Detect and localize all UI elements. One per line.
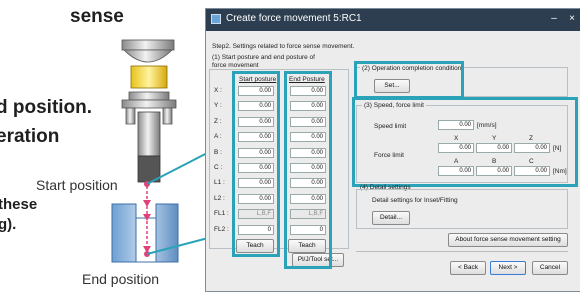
dialog-title: Create force movement 5:RC1 bbox=[226, 13, 362, 24]
row-label: FL1 : bbox=[214, 210, 229, 217]
end-posture-field[interactable]: 0.00 bbox=[290, 194, 326, 204]
footer-divider bbox=[356, 251, 568, 252]
completion-highlight bbox=[354, 61, 464, 99]
step-text: Step2. Settings related to force sense m… bbox=[212, 43, 355, 50]
end-posture-field[interactable]: 0.00 bbox=[290, 178, 326, 188]
start-posture-field[interactable]: 0.00 bbox=[238, 101, 274, 111]
detail-button[interactable]: Detail... bbox=[372, 211, 410, 225]
row-label: X : bbox=[214, 87, 222, 94]
start-posture-field[interactable]: 0.00 bbox=[238, 117, 274, 127]
dialog-titlebar: Create force movement 5:RC1 – × bbox=[206, 9, 580, 31]
row-label: A : bbox=[214, 133, 222, 140]
end-posture-field[interactable]: 0.00 bbox=[290, 163, 326, 173]
end-posture-field[interactable]: 0.00 bbox=[290, 148, 326, 158]
minimize-button[interactable]: – bbox=[546, 11, 562, 27]
start-posture-field[interactable]: 0 bbox=[238, 225, 274, 235]
end-posture-field[interactable]: 0.00 bbox=[290, 132, 326, 142]
speed-force-highlight bbox=[352, 97, 578, 187]
close-button[interactable]: × bbox=[564, 11, 580, 27]
row-label: Y : bbox=[214, 102, 222, 109]
row-label: Z : bbox=[214, 118, 222, 125]
start-posture-field[interactable]: 0.00 bbox=[238, 148, 274, 158]
row-label: FL2 : bbox=[214, 226, 229, 233]
next-button[interactable]: Next > bbox=[490, 261, 526, 275]
start-posture-field[interactable]: 0.00 bbox=[238, 132, 274, 142]
start-posture-field[interactable]: 0.00 bbox=[238, 86, 274, 96]
end-posture-field[interactable]: 0.00 bbox=[290, 117, 326, 127]
row-label: L2 : bbox=[214, 195, 225, 202]
start-position-label: Start position bbox=[36, 177, 118, 193]
detail-settings-text: Detail settings for Inset/Fitting bbox=[372, 197, 458, 204]
back-button[interactable]: < Back bbox=[450, 261, 486, 275]
row-label: B : bbox=[214, 149, 222, 156]
start-posture-field[interactable]: 0.00 bbox=[238, 194, 274, 204]
create-force-movement-dialog: Create force movement 5:RC1 – × Step2. S… bbox=[205, 8, 580, 292]
start-posture-field[interactable]: 0.00 bbox=[238, 178, 274, 188]
about-force-sense-button[interactable]: About force sense movement setting bbox=[448, 233, 568, 247]
row-label: C : bbox=[214, 164, 223, 171]
end-posture-field[interactable]: L,B,F bbox=[290, 209, 326, 219]
end-position-label: End position bbox=[82, 271, 160, 287]
start-posture-field[interactable]: L,B,F bbox=[238, 209, 274, 219]
end-posture-field[interactable]: 0 bbox=[290, 225, 326, 235]
row-label: L1 : bbox=[214, 179, 225, 186]
cancel-button[interactable]: Cancel bbox=[532, 261, 568, 275]
end-posture-field[interactable]: 0.00 bbox=[290, 86, 326, 96]
end-posture-field[interactable]: 0.00 bbox=[290, 101, 326, 111]
start-posture-field[interactable]: 0.00 bbox=[238, 163, 274, 173]
app-icon bbox=[211, 14, 221, 24]
robot-hand-illustration bbox=[111, 39, 205, 263]
section1-label: (1) Start posture and end posture of for… bbox=[212, 54, 315, 69]
